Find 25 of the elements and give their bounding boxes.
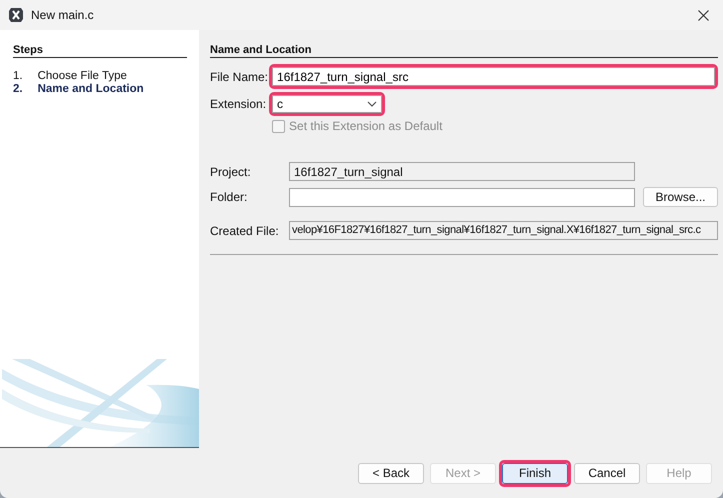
default-checkbox: Set this Extension as Default (272, 119, 442, 133)
close-icon[interactable] (698, 10, 709, 20)
created-file-field: velop¥16F1827¥16f1827_turn_signal¥16f1827_turn_signal.X¥16f1827_turn_signal_src.c (289, 221, 718, 240)
field-label: Created File: (210, 224, 280, 238)
wizard-step: 2. Name and Location (13, 83, 199, 95)
extension-dropdown[interactable]: c (272, 95, 382, 113)
field-label: File Name: (210, 70, 268, 84)
browse-button[interactable]: Browse... (643, 187, 718, 207)
app-logo-icon (8, 7, 24, 23)
wizard-button[interactable]: Cancel (574, 462, 640, 484)
field-label: Project: (210, 164, 252, 178)
steps-heading: Steps (13, 44, 187, 58)
chevron-down-icon (367, 101, 378, 107)
field-label: Extension: (210, 97, 266, 111)
field-label: Folder: (210, 190, 248, 204)
wizard-step: 1. Choose File Type (13, 70, 199, 82)
folder-field[interactable] (289, 188, 635, 206)
file-name-field[interactable]: 16f1827_turn_signal_src (272, 67, 715, 86)
section-heading: Name and Location (210, 44, 718, 58)
wizard-button[interactable]: < Back (358, 462, 424, 484)
wizard-button: Next > (430, 462, 496, 484)
wizard-button: Help (646, 462, 712, 484)
window-title: New main.c (31, 8, 94, 22)
project-field: 16f1827_turn_signal (289, 162, 635, 181)
wizard-button[interactable]: Finish (502, 462, 568, 484)
